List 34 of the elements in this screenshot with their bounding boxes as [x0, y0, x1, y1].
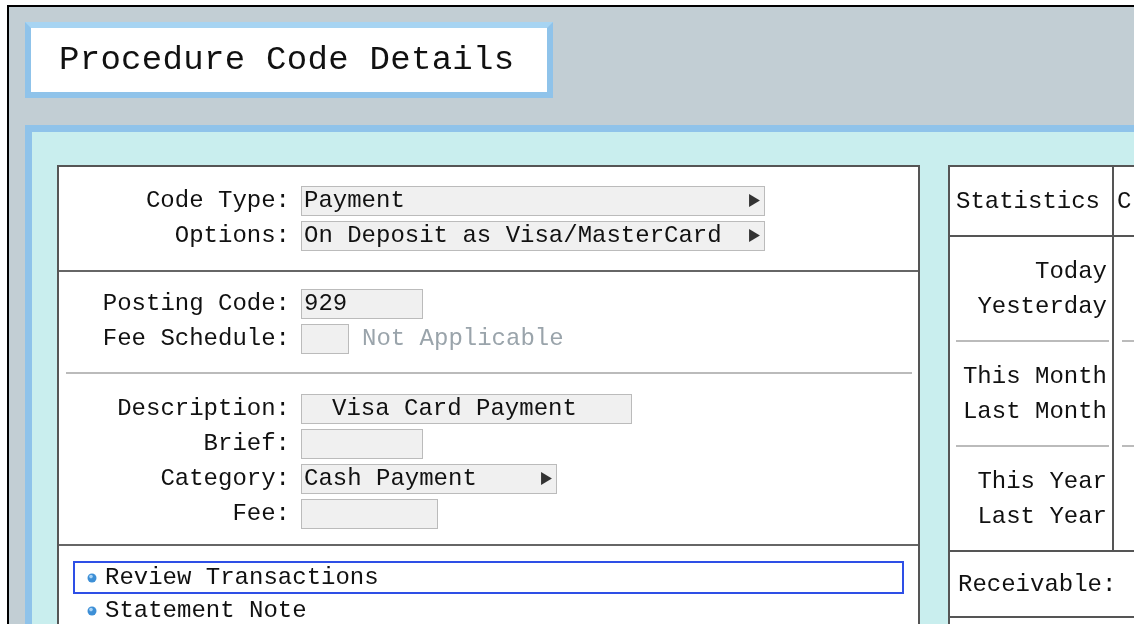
- action-item[interactable]: Statement Note: [73, 594, 904, 624]
- dropdown-arrow-icon: [541, 472, 552, 485]
- field-label: Brief:: [202, 430, 290, 457]
- input-field[interactable]: [301, 323, 349, 354]
- field-label: Category:: [159, 465, 290, 492]
- dropdown-arrow-icon: [749, 194, 760, 207]
- period-label: Today: [1035, 256, 1107, 287]
- field-label: Options:: [173, 222, 290, 249]
- period-label: Last Year: [977, 501, 1107, 532]
- field-label: Description:: [116, 395, 290, 422]
- dropdown-arrow-icon: [749, 229, 760, 242]
- period-label: This Year: [977, 466, 1107, 497]
- field-label: Fee:: [231, 500, 290, 527]
- period-label: Yesterday: [977, 291, 1107, 322]
- field-note: Not Applicable: [362, 325, 564, 352]
- bullet-icon: [87, 605, 97, 616]
- dropdown-field[interactable]: Payment: [301, 185, 765, 216]
- field-label: Posting Code:: [101, 290, 290, 317]
- receivable-label: Receivable:: [958, 570, 1117, 598]
- period-label: Last Month: [962, 396, 1107, 427]
- dropdown-field[interactable]: On Deposit as Visa/MasterCard: [301, 220, 765, 251]
- bullet-icon: [87, 572, 97, 583]
- column-header: Statistics: [956, 187, 1101, 215]
- window-title: Procedure Code Details: [59, 41, 515, 79]
- period-label: This Month: [962, 361, 1107, 392]
- input-field[interactable]: Visa Card Payment: [301, 393, 632, 424]
- field-label: Code Type:: [144, 187, 290, 214]
- dropdown-field[interactable]: Cash Payment: [301, 463, 557, 494]
- action-item[interactable]: Review Transactions: [73, 561, 904, 594]
- column-header: C: [1117, 187, 1132, 215]
- input-field[interactable]: [301, 428, 423, 459]
- input-field[interactable]: 929: [301, 288, 423, 319]
- field-label: Fee Schedule:: [101, 325, 290, 352]
- input-field[interactable]: [301, 498, 438, 529]
